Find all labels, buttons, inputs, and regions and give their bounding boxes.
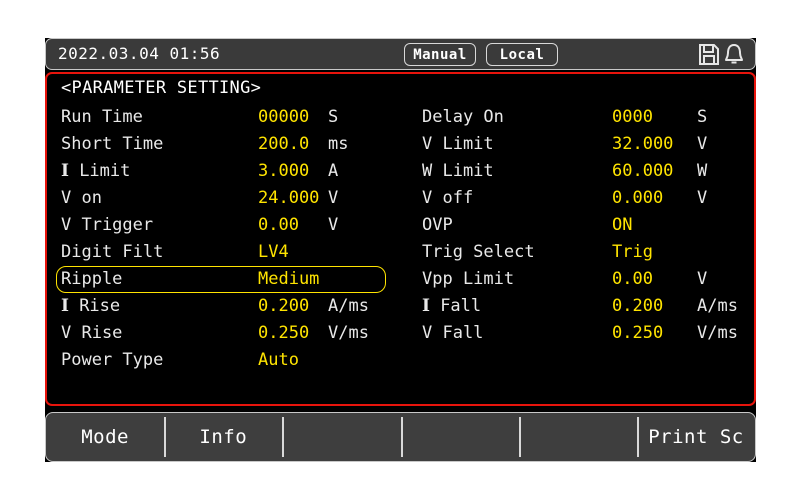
parameter-row[interactable]: Short Time 200.0 ms V Limit 32.000 V bbox=[47, 131, 754, 158]
param-label: I Rise bbox=[61, 296, 121, 316]
save-icon[interactable] bbox=[698, 43, 720, 66]
param-label: V on bbox=[61, 188, 102, 208]
softkey-empty-3 bbox=[400, 413, 519, 461]
softkey-empty-2 bbox=[282, 413, 400, 461]
param-unit: A/ms bbox=[697, 296, 738, 316]
param-value[interactable]: 0.250 bbox=[612, 322, 663, 344]
param-value[interactable]: 200.0 bbox=[258, 133, 309, 155]
parameter-row[interactable]: I Limit 3.000 A W Limit 60.000 W bbox=[47, 158, 754, 185]
param-label: Run Time bbox=[61, 107, 143, 127]
status-badge-control[interactable]: Local bbox=[486, 43, 558, 66]
param-value[interactable]: 24.000 bbox=[258, 187, 319, 209]
bell-icon[interactable] bbox=[723, 43, 745, 66]
parameter-row[interactable]: Digit Filt LV4 Trig Select Trig bbox=[47, 239, 754, 266]
param-label: V Trigger bbox=[61, 215, 154, 235]
param-value[interactable]: 0.250 bbox=[258, 322, 309, 344]
param-value[interactable]: 32.000 bbox=[612, 133, 673, 155]
status-bar: 2022.03.04 01:56 Manual Local bbox=[45, 38, 756, 70]
param-label: V Fall bbox=[422, 323, 484, 343]
param-unit: V/ms bbox=[697, 323, 738, 343]
param-value[interactable]: 0.000 bbox=[612, 187, 663, 209]
param-value[interactable]: 0.00 bbox=[258, 214, 299, 236]
param-unit: S bbox=[328, 107, 339, 127]
param-value[interactable]: 0.200 bbox=[612, 295, 663, 317]
param-value[interactable]: 60.000 bbox=[612, 160, 673, 182]
panel-title: <PARAMETER SETTING> bbox=[61, 78, 262, 98]
param-unit: V bbox=[328, 188, 339, 208]
param-label: Digit Filt bbox=[61, 242, 164, 262]
softkey-print-sc[interactable]: Print Sc bbox=[636, 413, 755, 461]
parameter-row[interactable]: V Rise 0.250 V/ms V Fall 0.250 V/ms bbox=[47, 320, 754, 347]
param-value[interactable]: 0.200 bbox=[258, 295, 309, 317]
parameter-row[interactable]: Ripple Medium Vpp Limit 0.00 V bbox=[47, 266, 754, 293]
parameter-row[interactable]: Power Type Auto bbox=[47, 347, 754, 374]
param-unit: W bbox=[697, 161, 708, 181]
param-value[interactable]: Auto bbox=[258, 349, 299, 371]
param-unit: ms bbox=[328, 134, 349, 154]
param-unit: V bbox=[697, 269, 708, 289]
param-value[interactable]: 0000 bbox=[612, 106, 653, 128]
softkey-info[interactable]: Info bbox=[164, 413, 282, 461]
param-label: Trig Select bbox=[422, 242, 535, 262]
param-unit: S bbox=[697, 107, 708, 127]
param-label: Vpp Limit bbox=[422, 269, 515, 289]
param-unit: A/ms bbox=[328, 296, 369, 316]
param-label: I Limit bbox=[61, 161, 131, 181]
instrument-screen: 2022.03.04 01:56 Manual Local <PARAMETER… bbox=[45, 38, 756, 462]
param-label: W Limit bbox=[422, 161, 494, 181]
param-unit: A bbox=[328, 161, 339, 181]
parameter-row[interactable]: I Rise 0.200 A/ms I Fall 0.200 A/ms bbox=[47, 293, 754, 320]
param-value[interactable]: LV4 bbox=[258, 241, 289, 263]
param-label: V Limit bbox=[422, 134, 494, 154]
param-unit: V bbox=[328, 215, 339, 235]
param-label: Delay On bbox=[422, 107, 504, 127]
param-value[interactable]: 3.000 bbox=[258, 160, 309, 182]
param-value[interactable]: 00000 bbox=[258, 106, 309, 128]
param-unit: V bbox=[697, 134, 708, 154]
parameter-row[interactable]: V Trigger 0.00 V OVP ON bbox=[47, 212, 754, 239]
param-value[interactable]: 0.00 bbox=[612, 268, 653, 290]
param-unit: V bbox=[697, 188, 708, 208]
param-value[interactable]: Medium bbox=[258, 268, 319, 290]
status-datetime: 2022.03.04 01:56 bbox=[58, 44, 221, 63]
parameter-setting-panel: <PARAMETER SETTING> Run Time 00000 S Delay … bbox=[45, 72, 756, 406]
softkey-mode[interactable]: Mode bbox=[46, 413, 164, 461]
param-unit: V/ms bbox=[328, 323, 369, 343]
parameter-row-list: Run Time 00000 S Delay On 0000 S Short Time 200… bbox=[47, 104, 754, 374]
param-label: V Rise bbox=[61, 323, 123, 343]
status-icon-group bbox=[698, 43, 745, 66]
parameter-row[interactable]: Run Time 00000 S Delay On 0000 S bbox=[47, 104, 754, 131]
param-value[interactable]: ON bbox=[612, 214, 632, 236]
param-label: Short Time bbox=[61, 134, 164, 154]
param-label: Ripple bbox=[61, 269, 123, 289]
param-label: OVP bbox=[422, 215, 453, 235]
param-value[interactable]: Trig bbox=[612, 241, 653, 263]
param-label: Power Type bbox=[61, 350, 164, 370]
status-badge-mode[interactable]: Manual bbox=[404, 43, 476, 66]
parameter-row[interactable]: V on 24.000 V V off 0.000 V bbox=[47, 185, 754, 212]
param-label: I Fall bbox=[422, 296, 482, 316]
param-label: V off bbox=[422, 188, 474, 208]
softkey-bar: Mode Info Print Sc bbox=[45, 412, 756, 462]
softkey-empty-4 bbox=[518, 413, 637, 461]
